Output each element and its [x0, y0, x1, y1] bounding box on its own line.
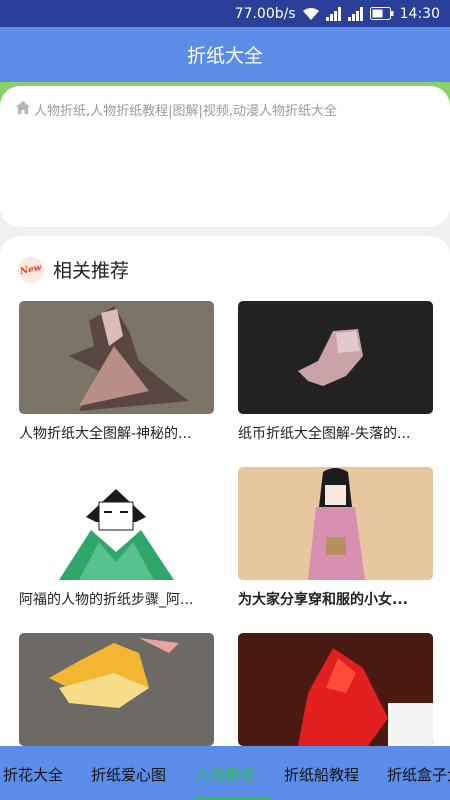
breadcrumb-text: 人物折纸,人物折纸教程|图解|视频,动漫人物折纸大全: [34, 104, 338, 119]
recommend-item[interactable]: 阿福的人物的折纸步骤_阿...: [19, 467, 214, 609]
recommend-item[interactable]: [19, 633, 214, 755]
item-thumbnail[interactable]: [19, 467, 214, 580]
item-thumbnail[interactable]: [238, 467, 433, 580]
item-thumbnail[interactable]: [238, 301, 433, 414]
bottom-nav: 折花大全 折纸爱心图 人物折纸 折纸船教程 折纸盒子大全: [0, 746, 450, 800]
nav-tab-people[interactable]: 人物折纸: [195, 764, 255, 785]
recommend-item[interactable]: 纸币折纸大全图解-失落的...: [238, 301, 433, 443]
item-thumbnail[interactable]: [238, 633, 433, 746]
recommend-title: 相关推荐: [53, 260, 130, 282]
home-icon[interactable]: [16, 101, 34, 118]
recommend-item[interactable]: 人物折纸大全图解-神秘的...: [19, 301, 214, 443]
network-speed: 77.00b/s: [234, 5, 296, 22]
nav-tab-boxes[interactable]: 折纸盒子大全: [387, 764, 450, 785]
recommend-header: New 相关推荐: [18, 256, 129, 283]
nav-tab-flowers[interactable]: 折花大全: [3, 764, 63, 785]
breadcrumb-card: 人物折纸,人物折纸教程|图解|视频,动漫人物折纸大全: [0, 86, 450, 227]
breadcrumb[interactable]: 人物折纸,人物折纸教程|图解|视频,动漫人物折纸大全: [16, 100, 337, 119]
app-bar: 折纸大全: [0, 27, 450, 82]
nav-tab-boats[interactable]: 折纸船教程: [284, 764, 359, 785]
item-caption: 纸币折纸大全图解-失落的...: [238, 426, 411, 442]
recommend-item[interactable]: 为大家分享穿和服的小女...: [238, 467, 433, 609]
item-caption: 人物折纸大全图解-神秘的...: [19, 426, 192, 442]
recommend-item[interactable]: [238, 633, 433, 755]
signal-icon: [325, 6, 342, 21]
new-badge-icon: New: [18, 256, 44, 283]
item-thumbnail[interactable]: [19, 633, 214, 746]
signal-icon-2: [347, 6, 364, 21]
item-caption: 阿福的人物的折纸步骤_阿...: [19, 592, 194, 608]
clock: 14:30: [399, 5, 440, 22]
recommend-section: New 相关推荐 人物折纸大全图解-神秘的... 纸币折纸大全图解-失落的...…: [0, 236, 450, 756]
nav-tab-hearts[interactable]: 折纸爱心图: [91, 764, 166, 785]
wifi-icon: [302, 7, 320, 21]
item-caption: 为大家分享穿和服的小女...: [238, 592, 408, 608]
battery-icon: [369, 7, 394, 20]
item-thumbnail[interactable]: [19, 301, 214, 414]
status-bar: 77.00b/s 14:30: [0, 0, 450, 27]
page-title: 折纸大全: [186, 45, 263, 67]
